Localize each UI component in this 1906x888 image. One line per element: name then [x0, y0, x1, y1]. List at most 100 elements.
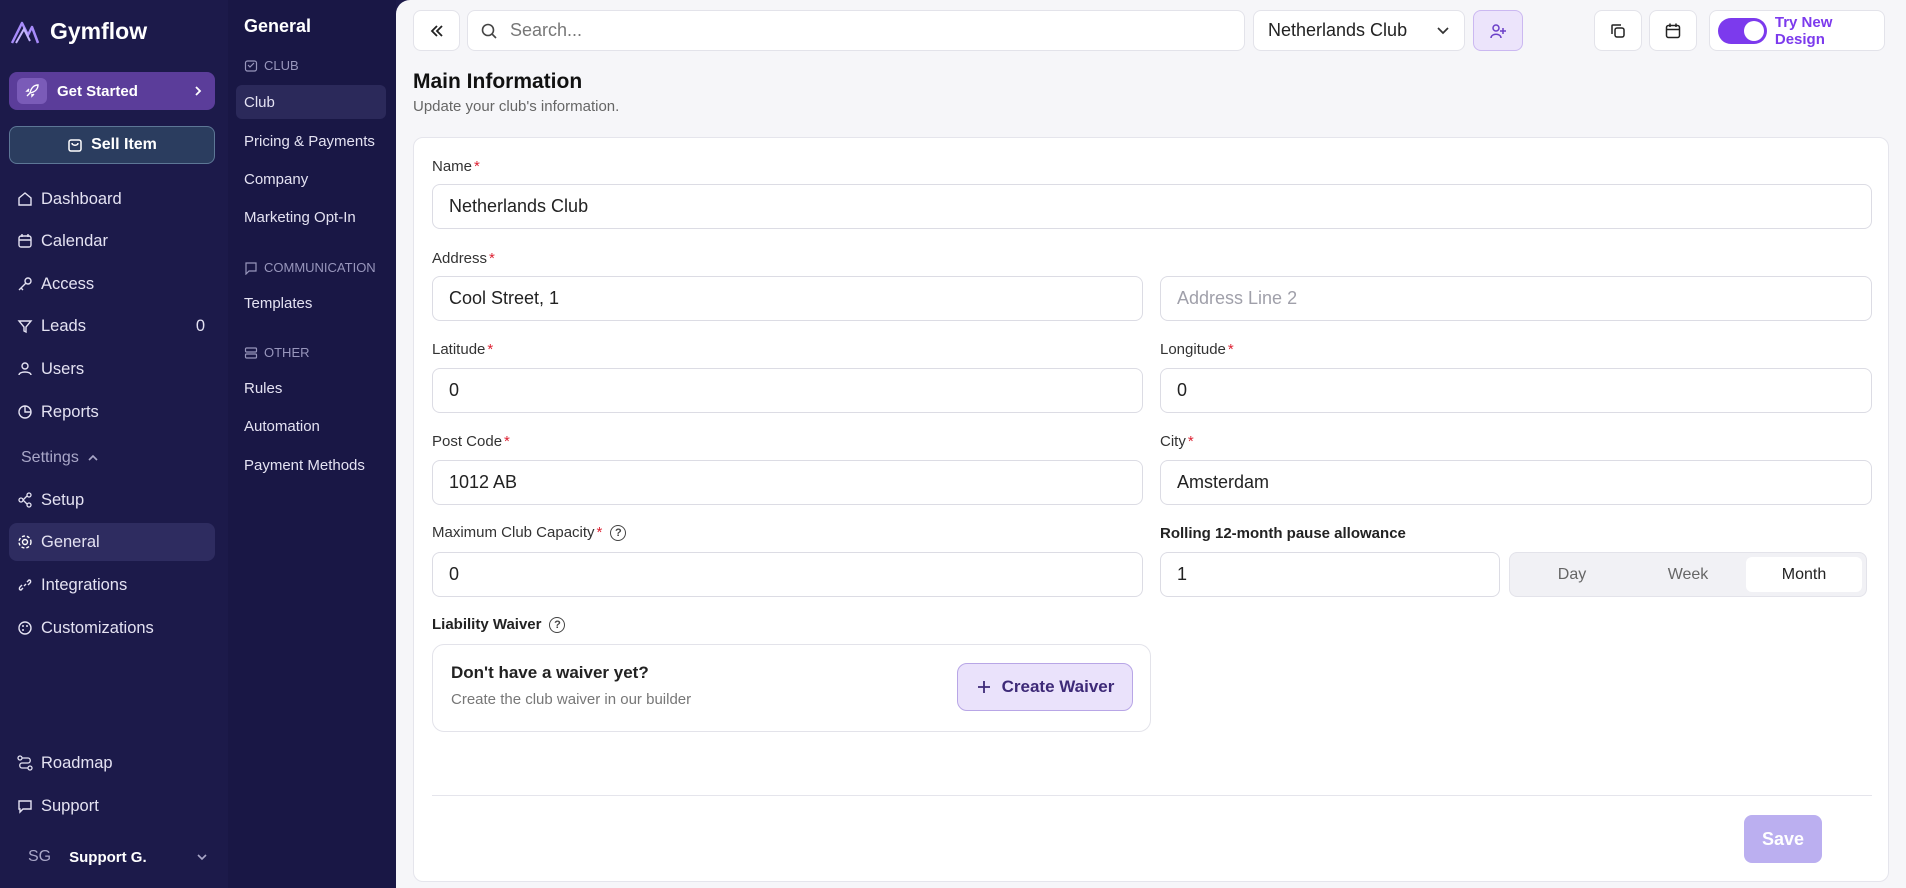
save-button[interactable]: Save: [1744, 815, 1822, 863]
create-waiver-button[interactable]: Create Waiver: [957, 663, 1133, 711]
latitude-field[interactable]: 0: [432, 368, 1143, 413]
help-icon[interactable]: ?: [610, 524, 627, 541]
field-label-text: Liability Waiver: [432, 616, 542, 633]
try-new-design-label: Try New Design: [1774, 13, 1833, 48]
nav-item-setup[interactable]: Setup: [9, 481, 215, 519]
club-selector-value: Netherlands Club: [1268, 20, 1408, 40]
capacity-field[interactable]: 0: [432, 552, 1143, 597]
search-bar[interactable]: [467, 10, 1245, 51]
post-code-label: Post Code *: [432, 433, 510, 450]
subnav-item-payment-methods[interactable]: Payment Methods: [236, 448, 386, 482]
nav-item-dashboard[interactable]: Dashboard: [9, 180, 215, 218]
home-icon: [17, 191, 33, 207]
help-icon[interactable]: ?: [549, 616, 566, 633]
toggle-switch[interactable]: [1718, 17, 1767, 44]
search-input[interactable]: [510, 20, 1210, 41]
subnav-item-company[interactable]: Company: [236, 162, 386, 196]
nav-item-access[interactable]: Access: [9, 265, 215, 303]
nav-item-roadmap[interactable]: Roadmap: [9, 744, 215, 782]
copy-button[interactable]: [1594, 10, 1642, 51]
post-code-field[interactable]: 1012 AB: [432, 460, 1143, 505]
avatar: SG: [28, 848, 52, 865]
chevron-up-icon: [87, 453, 99, 463]
create-waiver-label: Create Waiver: [1001, 677, 1115, 696]
sell-item-button[interactable]: Sell Item: [9, 126, 215, 164]
name-field[interactable]: Netherlands Club: [432, 184, 1872, 229]
setup-icon: [17, 492, 33, 508]
chevron-down-icon: [1436, 26, 1450, 36]
nav-item-calendar[interactable]: Calendar: [9, 222, 215, 260]
nav-item-reports[interactable]: Reports: [9, 393, 215, 431]
try-new-design-toggle[interactable]: Try New Design: [1709, 10, 1885, 51]
settings-section-toggle[interactable]: Settings: [21, 449, 99, 467]
required-mark: *: [487, 341, 494, 358]
palette-icon: [17, 620, 33, 636]
main-content: Netherlands Club Try New Design Main Inf…: [396, 0, 1906, 888]
gear-icon: [17, 534, 33, 550]
pause-allowance-label: Rolling 12-month pause allowance: [1160, 525, 1406, 542]
chat-icon: [17, 798, 33, 814]
section-label: CLUB: [264, 58, 299, 73]
club-selector[interactable]: Netherlands Club: [1253, 10, 1465, 51]
subnav-title: General: [244, 16, 312, 36]
nav-item-label: Access: [41, 274, 95, 293]
subnav-item-pricing-payments[interactable]: Pricing & Payments: [236, 124, 386, 158]
subnav-item-label: Company: [244, 170, 309, 188]
subnav-item-label: Automation: [244, 417, 320, 435]
longitude-field[interactable]: 0: [1160, 368, 1872, 413]
rocket-icon: [17, 78, 47, 104]
pause-unit-week[interactable]: Week: [1630, 557, 1746, 592]
subnav-item-automation[interactable]: Automation: [236, 409, 386, 443]
nav-item-users[interactable]: Users: [9, 350, 215, 388]
subnav-item-templates[interactable]: Templates: [236, 286, 386, 320]
nav-item-label: Leads: [41, 316, 86, 335]
chevron-down-icon: [196, 852, 208, 862]
subnav-section-club: CLUB: [244, 58, 299, 73]
leads-count: 0: [195, 316, 205, 335]
required-mark: *: [596, 524, 603, 541]
pause-allowance-field[interactable]: 1: [1160, 552, 1500, 597]
nav-item-label: Reports: [41, 402, 99, 421]
nav-item-leads[interactable]: Leads 0: [9, 307, 215, 345]
required-mark: *: [1227, 341, 1234, 358]
subnav-item-marketing-opt-in[interactable]: Marketing Opt-In: [236, 200, 386, 234]
subnav-item-label: Payment Methods: [244, 456, 365, 474]
section-label: OTHER: [264, 345, 310, 360]
nav-item-label: Roadmap: [41, 753, 113, 772]
city-field[interactable]: Amsterdam: [1160, 460, 1872, 505]
nav-item-general[interactable]: General: [9, 523, 215, 561]
subnav-item-club[interactable]: Club: [236, 85, 386, 119]
calendar-icon: [1664, 22, 1682, 40]
settings-subnav: General CLUB Club Pricing & Payments Com…: [228, 0, 396, 888]
collapse-sidebar-button[interactable]: [413, 10, 460, 51]
nav-item-integrations[interactable]: Integrations: [9, 566, 215, 604]
subnav-item-label: Marketing Opt-In: [244, 208, 356, 226]
app-name: Gymflow: [50, 18, 148, 44]
waiver-subtitle: Create the club waiver in our builder: [451, 691, 692, 708]
get-started-button[interactable]: Get Started: [9, 72, 215, 110]
server-icon: [244, 346, 258, 360]
copy-icon: [1609, 22, 1627, 40]
required-mark: *: [474, 158, 480, 175]
form-divider: [432, 795, 1872, 796]
pause-unit-month[interactable]: Month: [1746, 557, 1862, 592]
add-user-button[interactable]: [1473, 10, 1523, 51]
key-icon: [17, 276, 33, 292]
address-field[interactable]: Cool Street, 1: [432, 276, 1143, 321]
user-plus-icon: [1489, 22, 1507, 40]
subnav-item-label: Templates: [244, 294, 313, 312]
nav-item-customizations[interactable]: Customizations: [9, 609, 215, 647]
field-label-text: Maximum Club Capacity: [432, 524, 595, 541]
address-line-2-field[interactable]: Address Line 2: [1160, 276, 1872, 321]
pause-unit-day[interactable]: Day: [1514, 557, 1630, 592]
nav-item-support[interactable]: Support: [9, 787, 215, 825]
calendar-button[interactable]: [1649, 10, 1697, 51]
logo[interactable]: Gymflow: [10, 18, 147, 45]
field-label-text: Address: [432, 250, 488, 267]
field-label-text: Longitude: [1160, 341, 1226, 358]
user-menu[interactable]: SG Support G.: [28, 848, 208, 866]
subnav-item-rules[interactable]: Rules: [236, 371, 386, 405]
nav-item-label: General: [41, 532, 100, 551]
double-chevron-left-icon: [429, 24, 445, 38]
subnav-item-label: Pricing & Payments: [244, 132, 375, 150]
